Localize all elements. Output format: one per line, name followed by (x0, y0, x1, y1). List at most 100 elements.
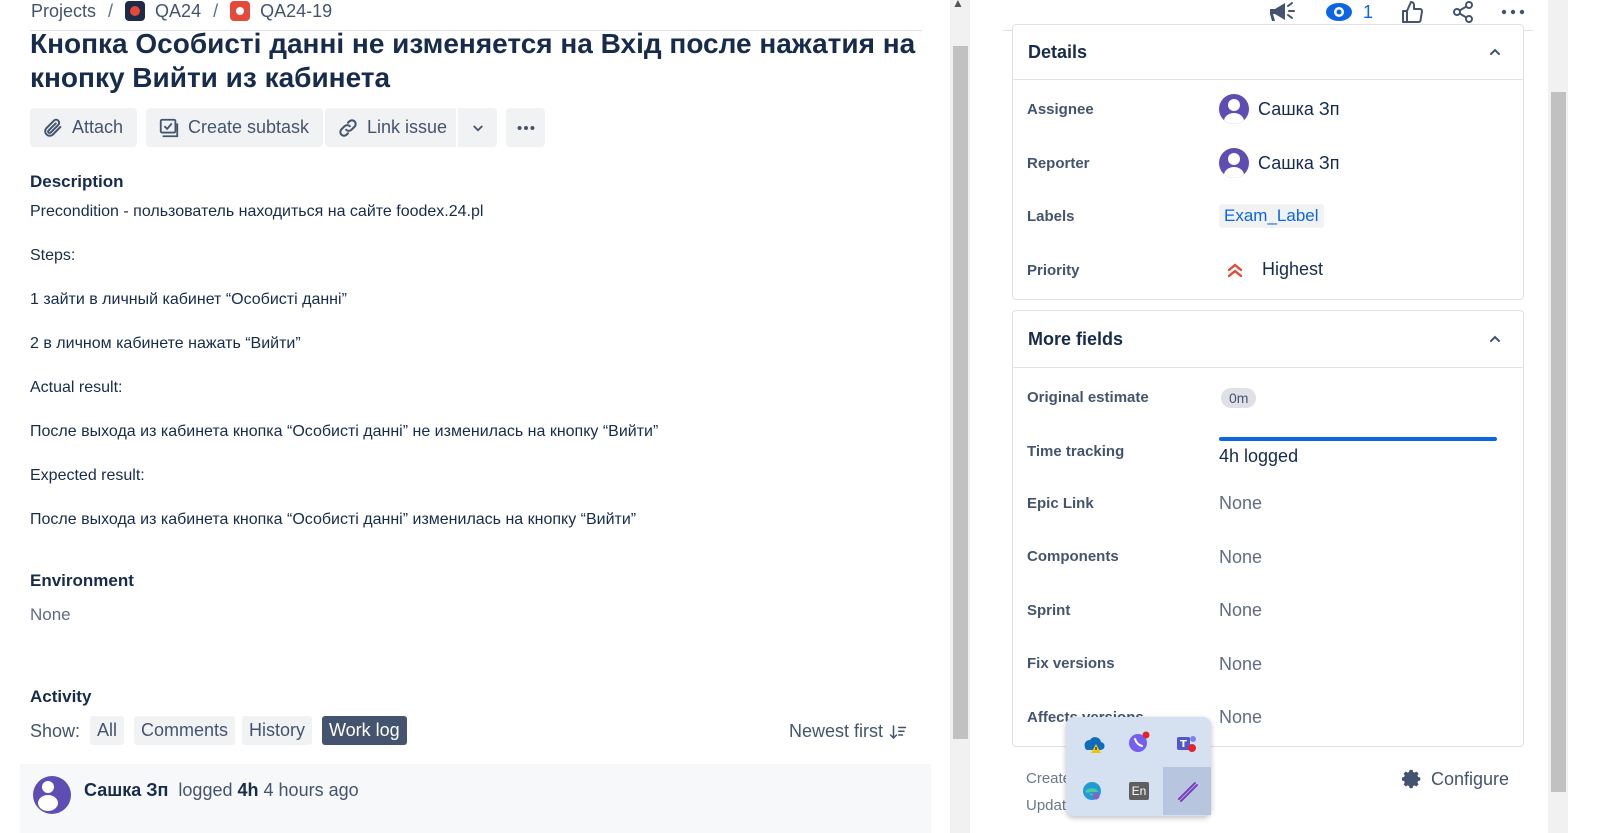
more-icon (517, 125, 534, 130)
tray-item-viber[interactable] (1115, 719, 1163, 767)
original-estimate-label: Original estimate (1027, 389, 1149, 406)
tray-item-pen[interactable] (1163, 767, 1211, 815)
share-button[interactable] (1451, 0, 1475, 24)
create-subtask-label: Create subtask (188, 117, 310, 137)
more-actions-button[interactable] (1500, 0, 1526, 24)
original-estimate-field[interactable]: 0m (1221, 388, 1257, 408)
fix-versions-value[interactable]: None (1219, 654, 1262, 675)
project-icon (125, 1, 146, 21)
more-fields-header[interactable]: More fields (1013, 311, 1523, 368)
language-indicator: En (1128, 782, 1150, 800)
time-tracking-bar[interactable] (1219, 437, 1497, 441)
onedrive-warning-icon (1084, 737, 1105, 753)
attach-button[interactable]: Attach (30, 108, 138, 147)
description-line[interactable]: После выхода из кабинета кнопка “Особист… (30, 423, 658, 441)
fix-versions-label: Fix versions (1027, 655, 1115, 672)
breadcrumb-projects[interactable]: Projects (31, 1, 96, 22)
create-subtask-button[interactable]: Create subtask (146, 108, 324, 147)
priority-label: Priority (1027, 262, 1080, 279)
priority-highest-icon (1227, 262, 1243, 277)
feedback-button[interactable] (1267, 0, 1295, 24)
description-line[interactable]: 2 в личном кабинете нажать “Вийти” (30, 335, 301, 353)
breadcrumb-project-label: QA24 (155, 0, 202, 21)
environment-value[interactable]: None (30, 605, 71, 625)
tray-item-onedrive[interactable] (1068, 719, 1116, 767)
assignee-field[interactable]: Сашка Зп (1219, 94, 1340, 124)
time-tracking-label: Time tracking (1027, 443, 1125, 460)
details-heading: Details (1028, 41, 1088, 62)
epic-link-value[interactable]: None (1219, 493, 1262, 514)
environment-heading: Environment (30, 571, 134, 590)
edge-icon (1083, 782, 1101, 800)
share-icon (1453, 1, 1473, 23)
link-issue-button[interactable]: Link issue (325, 108, 462, 147)
viber-icon (1129, 731, 1150, 752)
watch-button[interactable]: 1 (1325, 0, 1373, 24)
paperclip-icon (44, 118, 62, 137)
description-heading: Description (30, 172, 124, 191)
more-fields-panel: More fields (1012, 310, 1524, 747)
issue-title[interactable]: Кнопка Особисті данні не изменяется на В… (30, 27, 930, 95)
time-tracking-value[interactable]: 4h logged (1219, 446, 1298, 467)
breadcrumb-issue-key: QA24-19 (260, 0, 333, 21)
filter-comments[interactable]: Comments (134, 716, 236, 745)
watch-count: 1 (1363, 1, 1374, 22)
description-line[interactable]: Expected result: (30, 467, 145, 485)
avatar (1219, 94, 1249, 124)
more-actions-button[interactable] (506, 108, 545, 147)
button-divider (456, 108, 458, 147)
description-line[interactable]: 1 зайти в личный кабинет “Особисті данні… (30, 291, 347, 309)
sort-toggle[interactable]: Newest first (789, 721, 907, 742)
description-line[interactable]: После выхода из кабинета кнопка “Особист… (30, 511, 636, 529)
svg-text:T: T (1180, 739, 1187, 750)
filter-work-log[interactable]: Work log (322, 716, 407, 745)
activity-heading: Activity (30, 687, 92, 706)
labels-field[interactable]: Exam_Label (1219, 204, 1324, 228)
chevron-up-icon (1490, 335, 1500, 342)
filter-all[interactable]: All (90, 716, 125, 745)
filter-history[interactable]: History (242, 716, 313, 745)
link-icon (339, 118, 357, 137)
eye-icon (1326, 3, 1352, 21)
description-line[interactable]: Actual result: (30, 379, 122, 397)
assignee-value: Сашка Зп (1258, 98, 1340, 119)
configure-button[interactable]: Configure (1401, 768, 1509, 790)
description-line[interactable]: Precondition - пользователь находиться н… (30, 203, 483, 221)
components-value[interactable]: None (1219, 547, 1262, 568)
priority-field[interactable]: Highest (1226, 259, 1323, 280)
breadcrumb-issue[interactable]: QA24-19 (230, 1, 332, 22)
reporter-field[interactable]: Сашка Зп (1219, 148, 1340, 178)
worklog-time[interactable]: 4 hours ago (264, 780, 359, 800)
sprint-value[interactable]: None (1219, 600, 1262, 621)
details-header[interactable]: Details (1013, 25, 1523, 80)
scrollbar-thumb[interactable] (1551, 92, 1566, 792)
link-issue-dropdown[interactable] (458, 108, 497, 147)
avatar[interactable] (33, 776, 71, 814)
breadcrumb-project[interactable]: QA24 (125, 1, 201, 22)
scroll-up-icon[interactable]: ▲ (952, 0, 964, 10)
worklog-action: logged (178, 780, 233, 800)
worklog-amount: 4h (237, 780, 259, 800)
megaphone-icon (1270, 2, 1295, 21)
affects-versions-value[interactable]: None (1219, 707, 1262, 728)
tray-item-teams[interactable]: T (1162, 719, 1210, 767)
assignee-label: Assignee (1027, 101, 1094, 118)
components-label: Components (1027, 548, 1119, 565)
breadcrumb-separator: / (213, 0, 219, 21)
created-meta: Create (1026, 770, 1072, 787)
chevron-up-icon (1490, 48, 1500, 55)
scrollbar-thumb[interactable] (953, 46, 968, 739)
tray-item-language[interactable]: En (1115, 767, 1163, 815)
labels-label: Labels (1027, 208, 1075, 225)
pen-icon (1178, 782, 1198, 802)
label-chip[interactable]: Exam_Label (1219, 204, 1324, 228)
estimate-chip: 0m (1221, 388, 1257, 408)
tray-item-edge[interactable] (1068, 767, 1116, 815)
worklog-user[interactable]: Сашка Зп (84, 780, 168, 800)
description-line[interactable]: Steps: (30, 247, 75, 265)
updated-meta: Updat (1026, 797, 1067, 814)
epic-link-label: Epic Link (1027, 495, 1094, 512)
avatar (1219, 148, 1249, 178)
show-label: Show: (30, 721, 81, 741)
vote-button[interactable] (1400, 0, 1424, 24)
